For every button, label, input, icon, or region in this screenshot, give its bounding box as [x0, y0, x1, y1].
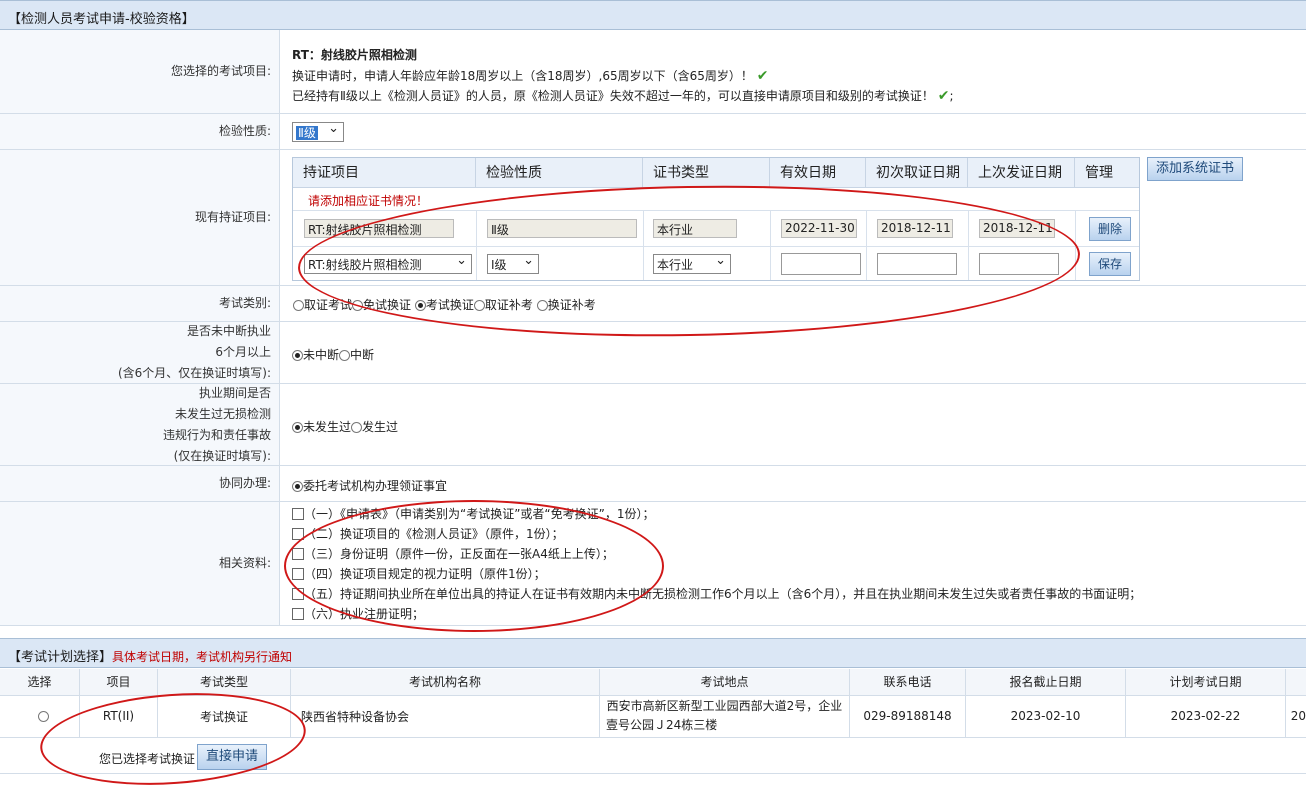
col-header: 持证项目	[293, 158, 476, 188]
checkbox[interactable]	[292, 528, 304, 540]
label-accident: 执业期间是否 未发生过无损检测 违规行为和责任事故 (仅在换证时填写):	[0, 384, 280, 465]
new-cert-item-select[interactable]: RT:射线胶片照相检测	[304, 254, 472, 274]
radio-exam-type-2[interactable]	[414, 300, 426, 311]
existing-cert-valid-date[interactable]: 2022-11-30	[781, 219, 857, 238]
radio-plan-select[interactable]	[38, 710, 49, 722]
col-header: 考试机构名称	[291, 669, 600, 695]
cert-warning: 请添加相应证书情况！	[308, 194, 429, 208]
existing-cert-level[interactable]: Ⅱ级	[487, 219, 637, 238]
radio-continuous-no[interactable]	[339, 350, 351, 361]
plan-table-header: 选择 项目 考试类型 考试机构名称 考试地点 联系电话 报名截止日期 计划考试日…	[0, 669, 1306, 696]
section-header-qualification: 【检测人员考试申请-校验资格】	[0, 0, 1306, 30]
radio-exam-type-4[interactable]	[536, 300, 548, 311]
radio-accident-occurred[interactable]	[351, 422, 363, 433]
radio-exam-type-3[interactable]	[473, 300, 485, 311]
plan-project: RT(II)	[80, 695, 158, 737]
radio-continuous-yes[interactable]	[292, 350, 303, 361]
plan-exam-date: 2023-02-22	[1126, 695, 1286, 737]
exam-type-options: 取证考试 免试换证 考试换证 取证补考 换证补考	[293, 296, 596, 313]
material-item: （六）执业注册证明；	[292, 605, 424, 622]
row-assist: 协同办理: 委托考试机构办理领证事宜	[0, 466, 1306, 502]
exam-item-age-note: 换证申请时，申请人年龄应年龄18周岁以上（含18周岁）,65周岁以下（含65周岁…	[292, 68, 769, 84]
col-header: 联系电话	[850, 669, 966, 695]
checkbox[interactable]	[292, 508, 304, 520]
row-exam-type: 考试类别: 取证考试 免试换证 考试换证 取证补考 换证补考	[0, 286, 1306, 322]
level-select[interactable]: Ⅱ级	[292, 122, 344, 142]
chosen-text: 您已选择考试换证	[99, 752, 196, 766]
apply-button[interactable]: 直接申请	[197, 744, 267, 770]
row-continuous: 是否未中断执业 6个月以上 (含6个月、仅在换证时填写): 未中断 中断	[0, 322, 1306, 384]
row-level: 检验性质: Ⅱ级	[0, 114, 1306, 150]
col-header: 计划考试日期	[1126, 669, 1286, 695]
radio-exam-type-0[interactable]	[293, 300, 304, 311]
radio-assist[interactable]	[292, 481, 303, 492]
plan-place: 西安市高新区新型工业园西部大道2号，企业 壹号公园Ｊ24栋三楼	[600, 695, 850, 737]
save-cert-button[interactable]: 保存	[1089, 252, 1131, 276]
existing-cert-type[interactable]: 本行业	[653, 219, 737, 238]
plan-deadline: 2023-02-10	[966, 695, 1126, 737]
col-header: 初次取证日期	[866, 158, 968, 188]
material-item: （五）持证期间执业所在单位出具的持证人在证书有效期内未中断无损检测工作6个月以上…	[292, 585, 1141, 602]
section-title: 【检测人员考试申请-校验资格】	[8, 12, 195, 27]
plan-overflow: 20	[1290, 709, 1306, 723]
new-cert-first-date-input[interactable]	[877, 253, 957, 275]
row-exam-item: 您选择的考试项目: RT：射线胶片照相检测 换证申请时，申请人年龄应年龄18周岁…	[0, 30, 1306, 114]
col-header: 项目	[80, 669, 158, 695]
label-continuous: 是否未中断执业 6个月以上 (含6个月、仅在换证时填写):	[0, 322, 280, 383]
col-header: 检验性质	[476, 158, 643, 188]
check-icon: ✔	[756, 68, 769, 84]
checkbox[interactable]	[292, 608, 304, 620]
new-cert-level-select[interactable]: Ⅰ级	[487, 254, 539, 274]
new-cert-type-select[interactable]: 本行业	[653, 254, 731, 274]
row-accident: 执业期间是否 未发生过无损检测 违规行为和责任事故 (仅在换证时填写): 未发生…	[0, 384, 1306, 466]
col-header: 上次发证日期	[968, 158, 1075, 188]
delete-cert-button[interactable]: 删除	[1089, 217, 1131, 241]
continuous-options: 未中断 中断	[292, 346, 374, 363]
col-header: 证书类型	[643, 158, 770, 188]
col-header: 考试地点	[600, 669, 850, 695]
cert-table: 持证项目 检验性质 证书类型 有效日期 初次取证日期 上次发证日期 管理 请添加…	[292, 157, 1140, 281]
label-level: 检验性质:	[0, 114, 280, 149]
new-cert-valid-date-input[interactable]	[781, 253, 861, 275]
col-header: 考试类型	[158, 669, 291, 695]
checkbox[interactable]	[292, 588, 304, 600]
accident-options: 未发生过 发生过	[292, 418, 398, 435]
exam-item-name: RT：射线胶片照相检测	[292, 48, 417, 62]
col-header: 管理	[1075, 158, 1139, 188]
row-materials: 相关资料: （一）《申请表》（申请类别为“考试换证”或者“免考换证”，1份）； …	[0, 502, 1306, 626]
material-item: （一）《申请表》（申请类别为“考试换证”或者“免考换证”，1份）；	[292, 505, 655, 522]
section-note: 具体考试日期，考试机构另行通知	[112, 650, 293, 664]
col-header: 报名截止日期	[966, 669, 1126, 695]
col-header: 选择	[0, 669, 80, 695]
label-current-certs: 现有持证项目:	[0, 150, 280, 285]
existing-cert-first-date[interactable]: 2018-12-11	[877, 219, 953, 238]
checkbox[interactable]	[292, 548, 304, 560]
section-header-plan: 【考试计划选择】具体考试日期，考试机构另行通知	[0, 638, 1306, 668]
radio-exam-type-1[interactable]	[352, 300, 364, 311]
label-assist: 协同办理:	[0, 466, 280, 501]
material-item: （三）身份证明（原件一份，正反面在一张A4纸上上传）；	[292, 545, 614, 562]
checkbox[interactable]	[292, 568, 304, 580]
check-icon: ✔	[937, 88, 950, 104]
label-exam-type: 考试类别:	[0, 286, 280, 321]
section-title: 【考试计划选择】具体考试日期，考试机构另行通知	[8, 650, 293, 665]
new-cert-last-date-input[interactable]	[979, 253, 1059, 275]
existing-cert-item[interactable]: RT:射线胶片照相检测	[304, 219, 454, 238]
col-header: 有效日期	[770, 158, 866, 188]
add-system-cert-button[interactable]: 添加系统证书	[1147, 157, 1243, 181]
plan-org: 陕西省特种设备协会	[291, 695, 600, 737]
material-item: （二）换证项目的《检测人员证》（原件，1份）；	[292, 525, 564, 542]
plan-select-cell	[0, 695, 80, 737]
existing-cert-last-date[interactable]: 2018-12-11	[979, 219, 1055, 238]
material-item: （四）换证项目规定的视力证明（原件1份）；	[292, 565, 546, 582]
radio-accident-none[interactable]	[292, 422, 303, 433]
plan-exam-type: 考试换证	[158, 695, 291, 737]
assist-option: 委托考试机构办理领证事宜	[292, 477, 447, 494]
exam-item-cert-note: 已经持有Ⅱ级以上《检测人员证》的人员，原《检测人员证》失效不超过一年的，可以直接…	[292, 88, 954, 104]
label-materials: 相关资料:	[0, 502, 280, 625]
label-exam-item: 您选择的考试项目:	[0, 30, 280, 113]
plan-phone: 029-89188148	[850, 695, 966, 737]
